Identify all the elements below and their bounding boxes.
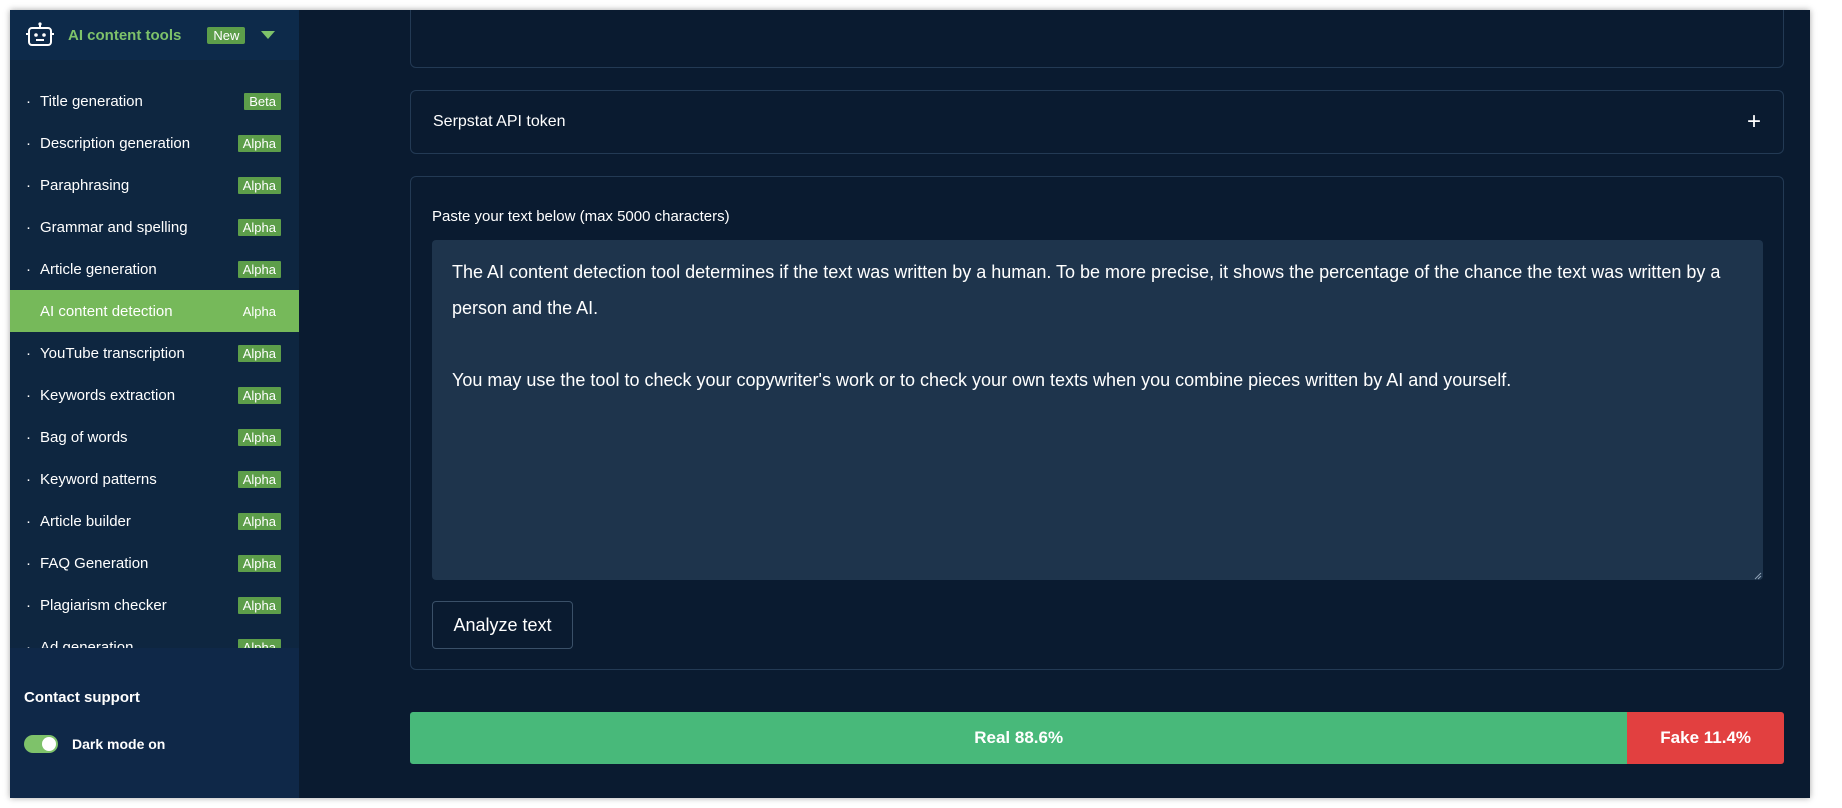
stage-badge: Alpha bbox=[237, 638, 281, 648]
input-label: Paste your text below (max 5000 characte… bbox=[432, 208, 730, 225]
plus-icon[interactable]: + bbox=[1747, 110, 1761, 134]
sidebar-menu: · Title generation Beta · Description genera… bbox=[10, 80, 299, 648]
result-bar: Real 88.6% Fake 11.4% bbox=[410, 712, 1784, 764]
bullet-icon: · bbox=[26, 638, 31, 649]
bullet-icon: · bbox=[26, 554, 31, 572]
sidebar-item-title-generation[interactable]: · Title generation Beta bbox=[10, 80, 299, 122]
sidebar-item-label: FAQ Generation bbox=[40, 554, 149, 572]
sidebar-item-paraphrasing[interactable]: · Paraphrasing Alpha bbox=[10, 164, 299, 206]
sidebar-item-label: Keywords extraction bbox=[40, 386, 176, 404]
sidebar-item-label: Keyword patterns bbox=[40, 470, 157, 488]
sidebar-item-article-builder[interactable]: · Article builder Alpha bbox=[10, 500, 299, 542]
bullet-icon: · bbox=[26, 428, 31, 446]
bullet-icon: · bbox=[26, 596, 31, 614]
fake-segment: Fake 11.4% bbox=[1627, 712, 1784, 764]
bullet-icon: · bbox=[26, 218, 31, 236]
stage-badge: Alpha bbox=[237, 176, 281, 194]
dark-mode-label: Dark mode on bbox=[72, 736, 166, 752]
stage-badge: Alpha bbox=[237, 470, 281, 488]
text-input-panel: Paste your text below (max 5000 characte… bbox=[410, 176, 1784, 670]
sidebar-item-label: Plagiarism checker bbox=[40, 596, 167, 614]
stage-badge: Alpha bbox=[237, 260, 281, 278]
bullet-icon: · bbox=[26, 92, 31, 110]
sidebar-footer: Contact support Dark mode on bbox=[10, 648, 299, 798]
bullet-icon: · bbox=[26, 260, 31, 278]
sidebar-item-faq-generation[interactable]: · FAQ Generation Alpha bbox=[10, 542, 299, 584]
chevron-down-icon[interactable] bbox=[261, 31, 276, 39]
text-input[interactable] bbox=[432, 240, 1763, 580]
resize-handle-icon[interactable] bbox=[1754, 572, 1762, 580]
sidebar-item-label: Description generation bbox=[40, 134, 191, 152]
dark-mode-toggle[interactable] bbox=[24, 735, 58, 753]
sidebar-item-label: AI content detection bbox=[40, 302, 173, 320]
bullet-icon: · bbox=[26, 134, 31, 152]
api-token-panel[interactable]: Serpstat API token + bbox=[410, 90, 1784, 154]
bullet-icon: · bbox=[26, 470, 31, 488]
sidebar-item-label: Ad generation bbox=[40, 638, 134, 649]
stage-badge: Alpha bbox=[242, 303, 276, 319]
stage-badge: Beta bbox=[244, 92, 281, 110]
bullet-icon: · bbox=[26, 386, 31, 404]
dark-mode-row: Dark mode on bbox=[24, 735, 165, 753]
sidebar-item-description-generation[interactable]: · Description generation Alpha bbox=[10, 122, 299, 164]
sidebar-item-grammar-and-spelling[interactable]: · Grammar and spelling Alpha bbox=[10, 206, 299, 248]
sidebar-item-plagiarism-checker[interactable]: · Plagiarism checker Alpha bbox=[10, 584, 299, 626]
sidebar-item-article-generation[interactable]: · Article generation Alpha bbox=[10, 248, 299, 290]
sidebar-item-ad-generation[interactable]: · Ad generation Alpha bbox=[10, 626, 299, 648]
bullet-icon: · bbox=[26, 512, 31, 530]
sidebar-item-bag-of-words[interactable]: · Bag of words Alpha bbox=[10, 416, 299, 458]
sidebar: AI content tools New · Title generation Be… bbox=[10, 10, 299, 798]
sidebar-item-ai-content-detection[interactable]: ·AI content detectionAlpha bbox=[10, 290, 299, 332]
app-window: AI content tools New · Title generation Be… bbox=[10, 10, 1810, 798]
sidebar-item-keywords-extraction[interactable]: · Keywords extraction Alpha bbox=[10, 374, 299, 416]
stage-badge: Alpha bbox=[237, 554, 281, 572]
sidebar-item-label: YouTube transcription bbox=[40, 344, 185, 362]
bullet-icon: · bbox=[26, 176, 31, 194]
contact-support-link[interactable]: Contact support bbox=[24, 689, 140, 706]
sidebar-item-keyword-patterns[interactable]: · Keyword patterns Alpha bbox=[10, 458, 299, 500]
stage-badge: Alpha bbox=[237, 386, 281, 404]
stage-badge: Alpha bbox=[237, 134, 281, 152]
stage-badge: Alpha bbox=[237, 428, 281, 446]
sidebar-item-label: Paraphrasing bbox=[40, 176, 130, 194]
stage-badge: Alpha bbox=[237, 596, 281, 614]
api-token-title: Serpstat API token bbox=[433, 113, 566, 130]
bullet-icon: · bbox=[26, 344, 31, 362]
robot-icon bbox=[26, 22, 54, 46]
toggle-knob bbox=[42, 737, 56, 751]
analyze-text-button[interactable]: Analyze text bbox=[432, 601, 573, 649]
real-segment: Real 88.6% bbox=[410, 712, 1628, 764]
sidebar-item-label: Article builder bbox=[40, 512, 131, 530]
previous-panel bbox=[410, 10, 1784, 68]
stage-badge: Alpha bbox=[237, 344, 281, 362]
sidebar-header[interactable]: AI content tools New bbox=[10, 10, 299, 60]
sidebar-item-label: Title generation bbox=[40, 92, 143, 110]
sidebar-item-label: Bag of words bbox=[40, 428, 128, 446]
stage-badge: Alpha bbox=[237, 512, 281, 530]
new-badge: New bbox=[207, 26, 246, 44]
sidebar-item-label: Article generation bbox=[40, 260, 157, 278]
sidebar-item-label: Grammar and spelling bbox=[40, 218, 188, 236]
sidebar-item-youtube-transcription[interactable]: · YouTube transcription Alpha bbox=[10, 332, 299, 374]
stage-badge: Alpha bbox=[237, 218, 281, 236]
sidebar-title: AI content tools bbox=[68, 26, 182, 44]
